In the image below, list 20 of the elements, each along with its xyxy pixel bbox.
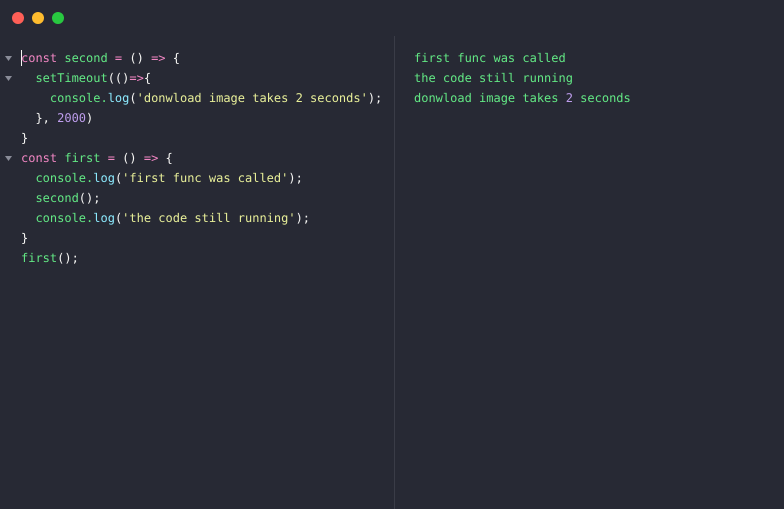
code-line: second();	[34, 190, 100, 206]
code-line: const first = () => {	[21, 150, 173, 166]
code-line: setTimeout(()=>{	[34, 70, 152, 86]
minimize-button[interactable]	[32, 12, 44, 24]
code-line: console.log('first func was called');	[34, 170, 303, 186]
code-line: const second = () => {	[21, 50, 180, 66]
console-output-line: first func was called	[414, 50, 566, 66]
console-output-line: donwload image takes 2 seconds	[414, 90, 631, 106]
code-line: console.log('the code still running');	[34, 210, 310, 226]
zoom-button[interactable]	[52, 12, 64, 24]
code-line: console.log('donwload image takes 2 seconds');	[48, 90, 382, 106]
fold-arrow-icon[interactable]	[5, 156, 12, 160]
code-line: }	[21, 130, 28, 146]
code-line: }, 2000)	[34, 110, 94, 126]
fold-arrow-icon[interactable]	[5, 56, 12, 60]
fold-arrow-icon[interactable]	[5, 76, 12, 80]
code-line: first();	[21, 250, 79, 266]
code-line: }	[21, 230, 28, 246]
console-output-line: the code still running	[414, 70, 573, 86]
close-button[interactable]	[12, 12, 24, 24]
